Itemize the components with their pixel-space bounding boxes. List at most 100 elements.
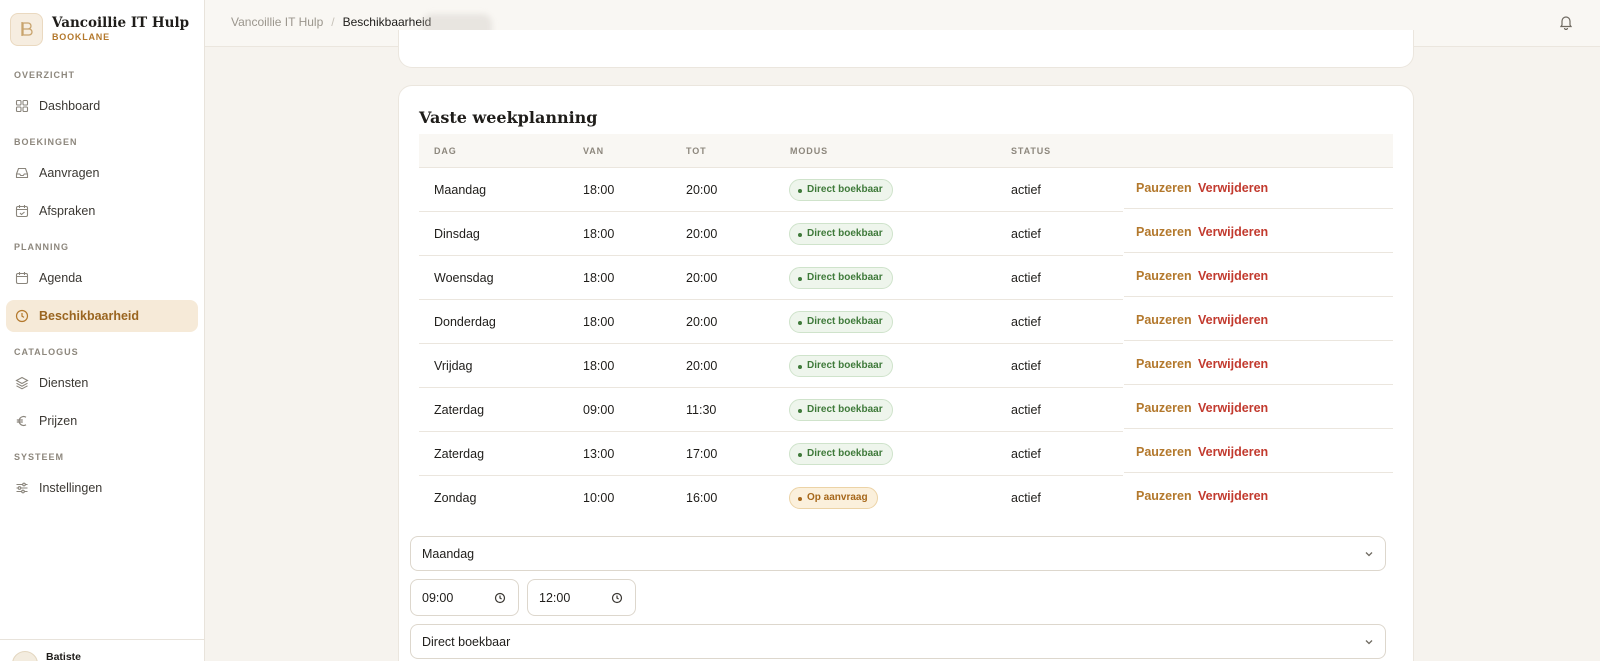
delete-button[interactable]: Verwijderen — [1198, 313, 1268, 327]
clock-icon[interactable] — [494, 592, 506, 604]
pause-button[interactable]: Pauzeren — [1136, 489, 1192, 503]
sidebar-item-afspraken[interactable]: Afspraken — [6, 195, 198, 227]
cell-from: 18:00 — [583, 183, 615, 197]
cell-status: actief — [1011, 271, 1041, 285]
nav-section-label: BOEKINGEN — [14, 137, 78, 147]
chevron-down-icon — [1363, 548, 1375, 560]
avatar — [12, 651, 38, 661]
delete-button[interactable]: Verwijderen — [1198, 489, 1268, 503]
cell-day: Zondag — [434, 491, 477, 505]
pause-button[interactable]: Pauzeren — [1136, 313, 1192, 327]
col-to: TOT — [686, 146, 707, 156]
euro-icon — [15, 414, 29, 428]
bell-icon[interactable] — [1558, 14, 1574, 31]
sidebar: Vancoillie IT Hulp BOOKLANE OVERZICHT Das… — [0, 0, 205, 661]
calendar-check-icon — [15, 204, 29, 218]
sidebar-item-aanvragen[interactable]: Aanvragen — [6, 157, 198, 189]
pause-button[interactable]: Pauzeren — [1136, 181, 1192, 195]
table-row: Zaterdag 13:00 17:00 Direct boekbaar act… — [419, 432, 1393, 476]
sidebar-nav: OVERZICHT Dashboard BOEKINGEN Aanvragen Afsp… — [0, 58, 204, 504]
brand-subtitle: BOOKLANE — [52, 32, 110, 42]
delete-button[interactable]: Verwijderen — [1198, 357, 1268, 371]
layers-icon — [15, 376, 29, 390]
cell-from: 10:00 — [583, 491, 615, 505]
delete-button[interactable]: Verwijderen — [1198, 269, 1268, 283]
nav-section-label: SYSTEEM — [14, 452, 65, 462]
row-divider — [1124, 428, 1393, 429]
row-divider — [1124, 208, 1393, 209]
cell-to: 16:00 — [686, 491, 718, 505]
cell-to: 20:00 — [686, 271, 718, 285]
cell-day: Dinsdag — [434, 227, 480, 241]
col-day: DAG — [434, 146, 457, 156]
delete-button[interactable]: Verwijderen — [1198, 181, 1268, 195]
cell-day: Zaterdag — [434, 403, 485, 417]
from-time-input[interactable]: 09:00 — [410, 579, 519, 616]
cell-day: Vrijdag — [434, 359, 473, 373]
row-divider — [1124, 252, 1393, 253]
cell-to: 20:00 — [686, 359, 718, 373]
mode-badge: Op aanvraag — [789, 487, 878, 509]
cell-from: 09:00 — [583, 403, 615, 417]
delete-button[interactable]: Verwijderen — [1198, 225, 1268, 239]
pause-button[interactable]: Pauzeren — [1136, 269, 1192, 283]
delete-button[interactable]: Verwijderen — [1198, 445, 1268, 459]
inbox-icon — [15, 166, 29, 180]
nav-section-label: PLANNING — [14, 242, 69, 252]
sidebar-item-label: Beschikbaarheid — [39, 309, 140, 323]
mode-badge: Direct boekbaar — [789, 223, 893, 245]
sidebar-item-dashboard[interactable]: Dashboard — [6, 90, 198, 122]
clock-icon[interactable] — [611, 592, 623, 604]
sidebar-item-diensten[interactable]: Diensten — [6, 367, 198, 399]
table-header: DAG VAN TOT MODUS STATUS — [419, 134, 1393, 168]
col-status: STATUS — [1011, 146, 1052, 156]
sidebar-item-prijzen[interactable]: Prijzen — [6, 405, 198, 437]
chevron-down-icon — [1363, 636, 1375, 648]
calendar-icon — [15, 271, 29, 285]
user-bar[interactable]: Batiste — [0, 639, 205, 661]
from-time-value: 09:00 — [422, 591, 454, 605]
cell-status: actief — [1011, 359, 1041, 373]
row-divider — [1124, 340, 1393, 341]
breadcrumb: Vancoillie IT Hulp / Beschikbaarheid — [231, 15, 431, 29]
cell-from: 18:00 — [583, 227, 615, 241]
to-time-input[interactable]: 12:00 — [527, 579, 636, 616]
brand-logo-icon — [10, 12, 43, 46]
mode-badge: Direct boekbaar — [789, 443, 893, 465]
mode-badge: Direct boekbaar — [789, 179, 893, 201]
sidebar-item-label: Dashboard — [39, 99, 101, 113]
cell-status: actief — [1011, 227, 1041, 241]
pause-button[interactable]: Pauzeren — [1136, 445, 1192, 459]
day-select[interactable]: Maandag — [410, 536, 1386, 571]
mode-badge: Direct boekbaar — [789, 267, 893, 289]
cell-status: actief — [1011, 491, 1041, 505]
sidebar-item-label: Prijzen — [39, 414, 78, 428]
col-mode: MODUS — [790, 146, 828, 156]
sidebar-item-beschikbaarheid[interactable]: Beschikbaarheid — [6, 300, 198, 332]
sidebar-item-instellingen[interactable]: Instellingen — [6, 472, 198, 504]
pause-button[interactable]: Pauzeren — [1136, 357, 1192, 371]
cell-from: 18:00 — [583, 271, 615, 285]
brand[interactable]: Vancoillie IT Hulp BOOKLANE — [0, 0, 204, 58]
cell-status: actief — [1011, 315, 1041, 329]
mode-select-value: Direct boekbaar — [422, 635, 511, 649]
delete-button[interactable]: Verwijderen — [1198, 401, 1268, 415]
weekplanning-table: DAG VAN TOT MODUS STATUS Maandag 18:00 2… — [419, 134, 1393, 520]
table-row: Zaterdag 09:00 11:30 Direct boekbaar act… — [419, 388, 1393, 432]
breadcrumb-root[interactable]: Vancoillie IT Hulp — [231, 15, 323, 29]
card-title: Vaste weekplanning — [419, 108, 598, 127]
sliders-icon — [15, 481, 29, 495]
cell-to: 17:00 — [686, 447, 718, 461]
cell-day: Maandag — [434, 183, 487, 197]
table-row: Donderdag 18:00 20:00 Direct boekbaar ac… — [419, 300, 1393, 344]
sidebar-item-label: Aanvragen — [39, 166, 100, 180]
pause-button[interactable]: Pauzeren — [1136, 225, 1192, 239]
cell-from: 13:00 — [583, 447, 615, 461]
pause-button[interactable]: Pauzeren — [1136, 401, 1192, 415]
grid-icon — [15, 99, 29, 113]
cell-from: 18:00 — [583, 359, 615, 373]
mode-select[interactable]: Direct boekbaar — [410, 624, 1386, 659]
cell-day: Woensdag — [434, 271, 494, 285]
weekplanning-card: Vaste weekplanning DAG VAN TOT MODUS STA… — [398, 85, 1414, 661]
sidebar-item-agenda[interactable]: Agenda — [6, 262, 198, 294]
